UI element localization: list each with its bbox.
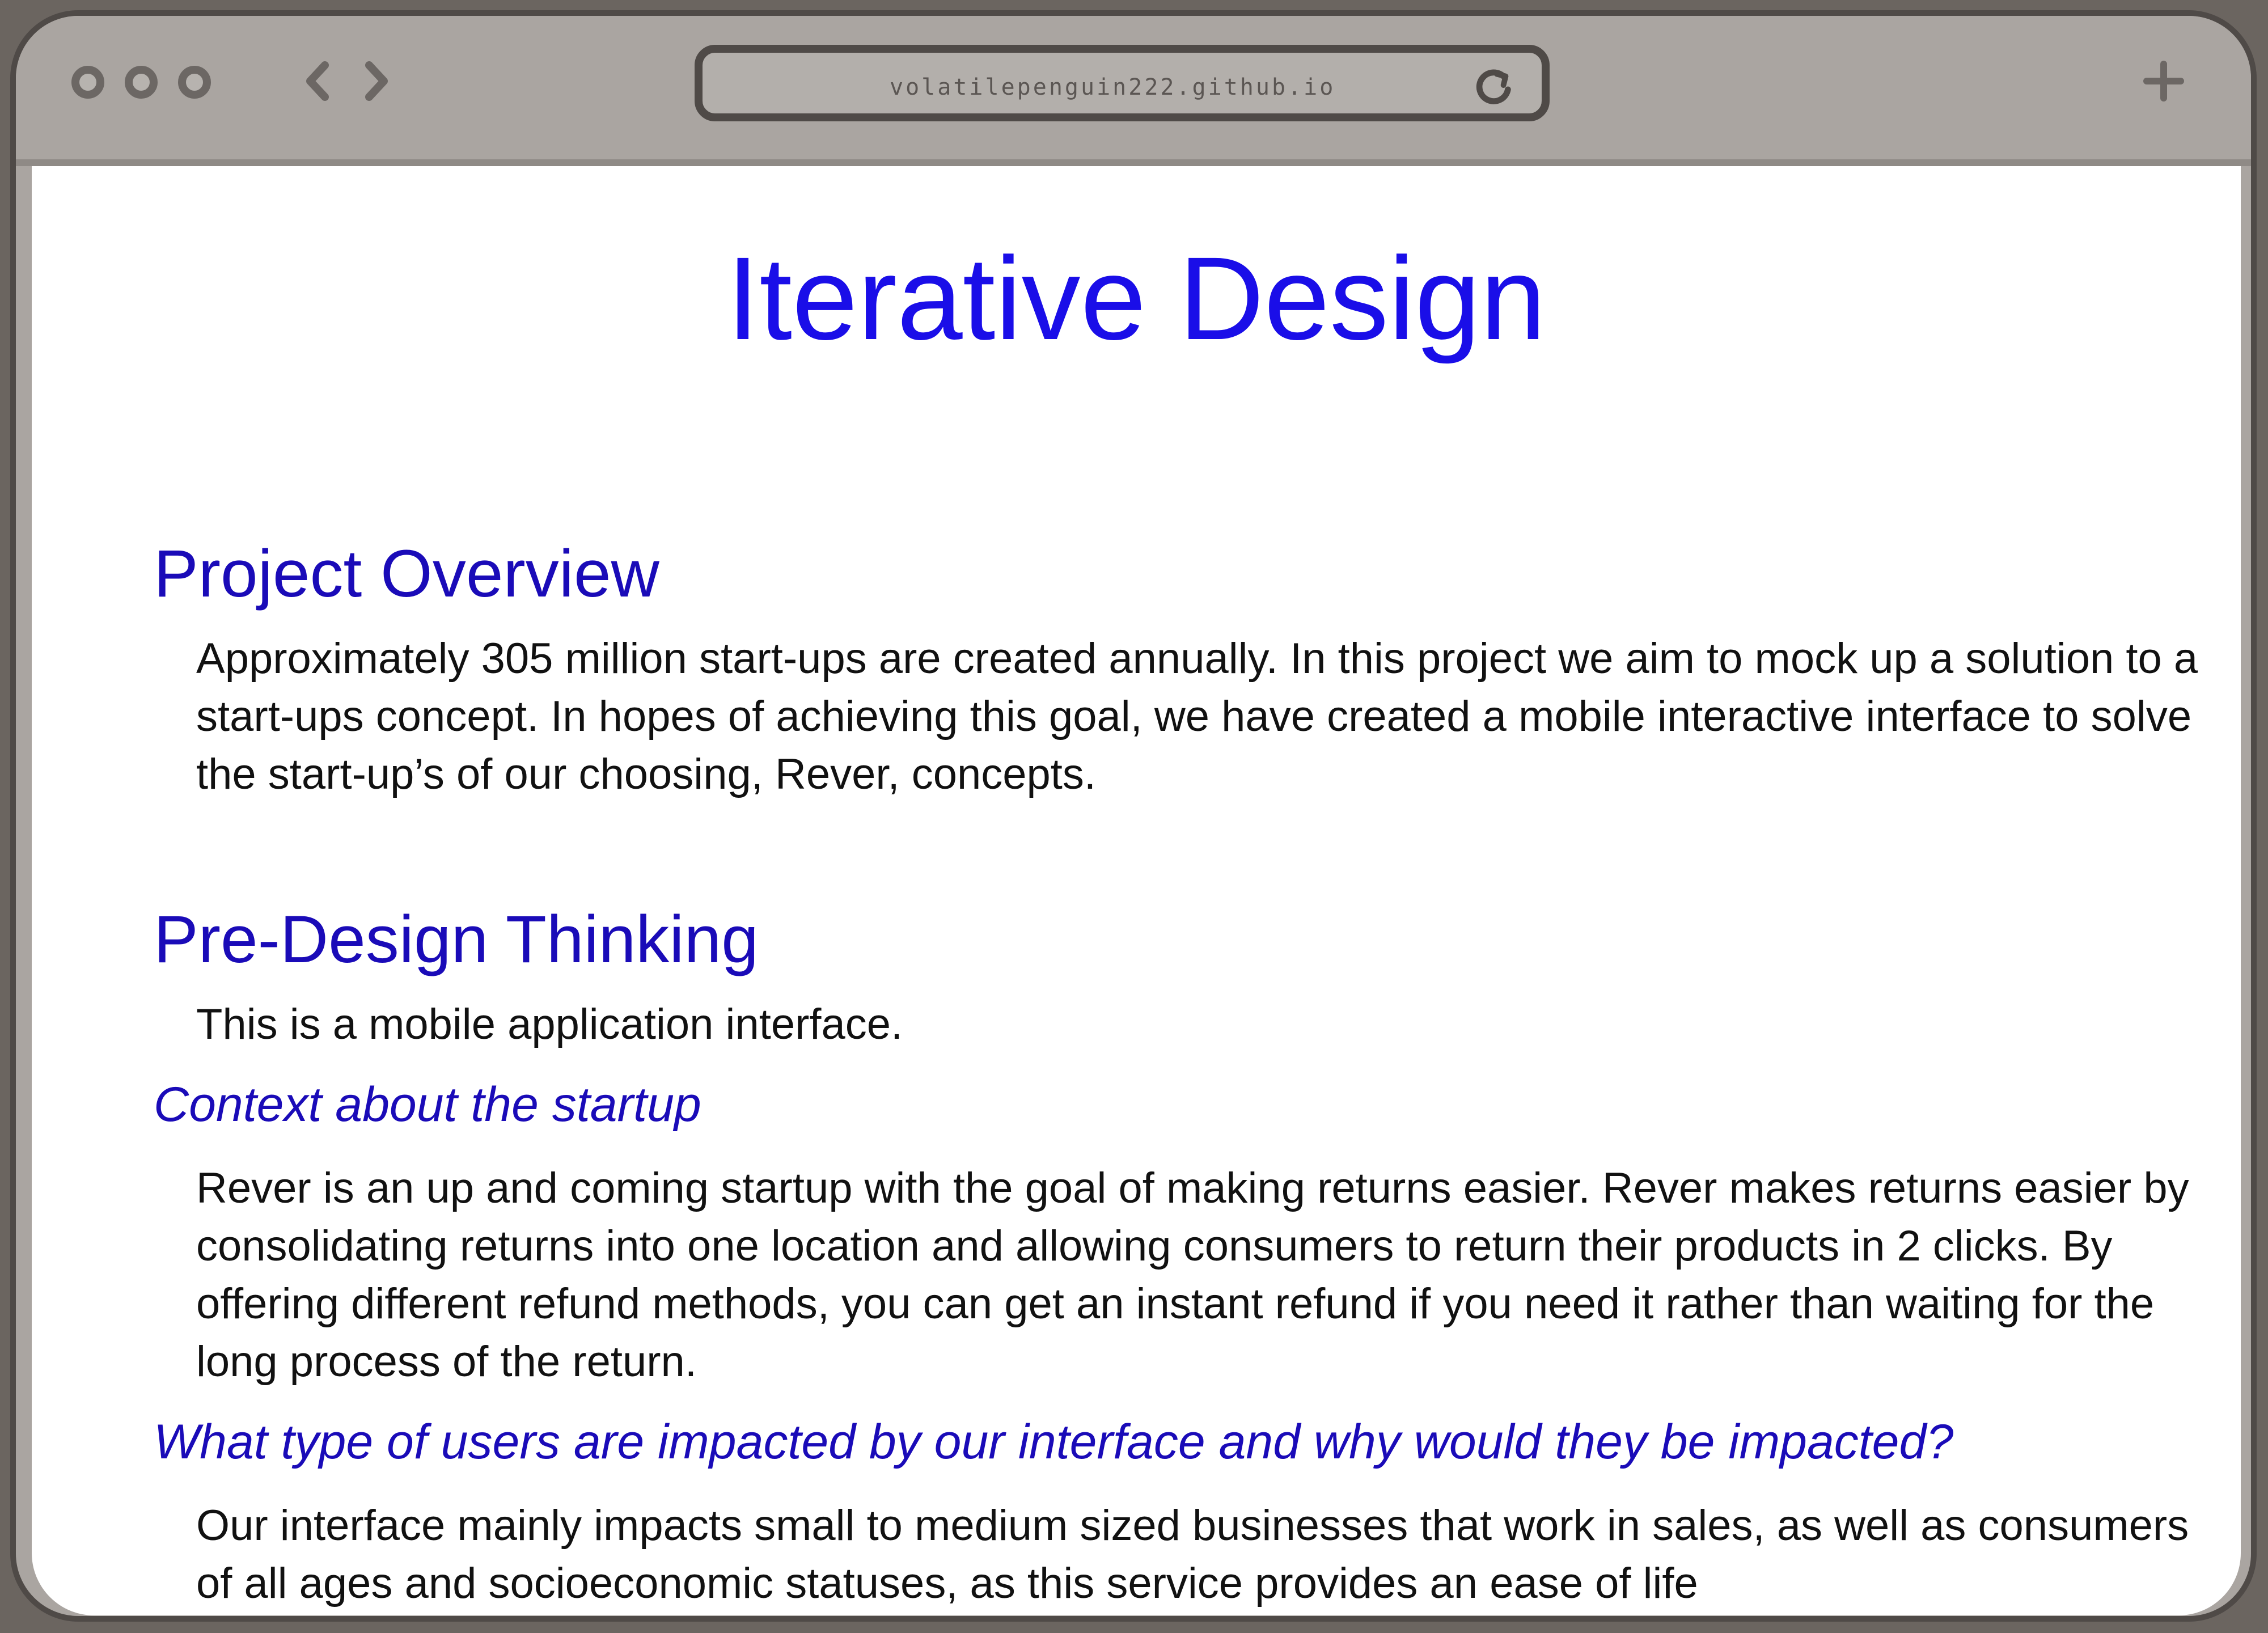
address-bar[interactable]: volatilepenguin222.github.io (695, 45, 1550, 121)
chevron-left-icon (306, 61, 329, 101)
browser-window: volatilepenguin222.github.io Iterative D… (10, 10, 2257, 1622)
page-title: Iterative Design (726, 233, 1546, 365)
forward-button[interactable] (358, 56, 395, 107)
pre-design-thinking-heading: Pre-Design Thinking (154, 902, 759, 977)
pre-design-thinking-text: This is a mobile application interface. (196, 1000, 903, 1048)
navigation-buttons (299, 56, 395, 107)
reload-icon[interactable] (1472, 65, 1517, 109)
close-window-button[interactable] (71, 66, 104, 99)
back-button[interactable] (299, 56, 336, 107)
maximize-window-button[interactable] (178, 66, 211, 99)
page-content: Iterative Design Project Overview Approx… (32, 166, 2241, 1615)
users-impacted-text: Our interface mainly impacts small to me… (196, 1501, 2189, 1607)
browser-toolbar: volatilepenguin222.github.io (16, 16, 2251, 166)
minimize-window-button[interactable] (125, 66, 158, 99)
project-overview-text: Approximately 305 million start-ups are … (196, 634, 2198, 798)
context-startup-text: Rever is an up and coming startup with t… (196, 1164, 2189, 1386)
plus-icon[interactable] (2141, 58, 2186, 104)
context-startup-heading: Context about the startup (154, 1077, 701, 1132)
project-overview-heading: Project Overview (154, 536, 659, 611)
window-controls (71, 66, 211, 99)
chevron-right-icon (365, 61, 388, 101)
url-text: volatilepenguin222.github.io (890, 74, 1336, 100)
users-impacted-heading: What type of users are impacted by our i… (154, 1415, 1954, 1469)
